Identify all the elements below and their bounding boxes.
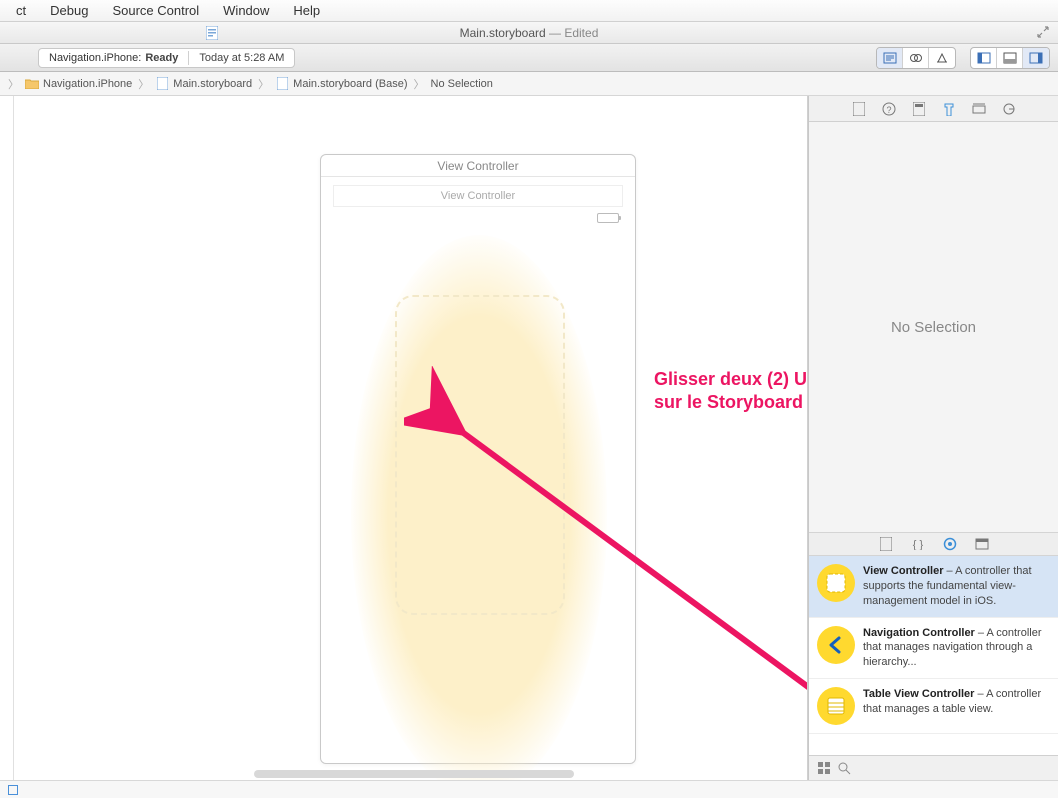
breadcrumb-item[interactable]: No Selection: [427, 78, 497, 90]
file-template-library-icon[interactable]: [879, 537, 893, 551]
object-library-icon[interactable]: [943, 537, 957, 551]
identity-inspector-icon[interactable]: [912, 102, 926, 116]
toolbar: Navigation.iPhone: Ready Today at 5:28 A…: [0, 44, 1058, 72]
horizontal-scrollbar[interactable]: [254, 770, 574, 778]
annotation-text: Glisser deux (2) UIViewController sur le…: [654, 368, 808, 415]
left-gutter: [0, 96, 14, 780]
standard-editor-button[interactable]: [877, 48, 903, 68]
library-item-navigation-controller[interactable]: Navigation Controller – A controller tha…: [809, 618, 1058, 680]
breadcrumb-item[interactable]: Navigation.iPhone: [21, 77, 136, 91]
chevron-right-icon: 〉: [412, 76, 427, 92]
breadcrumb: 〉 Navigation.iPhone 〉 Main.storyboard 〉 …: [0, 72, 1058, 96]
svg-text:?: ?: [886, 105, 891, 115]
window-title-bar: Main.storyboard — Edited: [0, 22, 1058, 44]
chevron-right-icon: 〉: [136, 76, 151, 92]
size-inspector-icon[interactable]: [972, 102, 986, 116]
battery-icon: [597, 213, 619, 223]
filter-icon[interactable]: [837, 761, 851, 775]
iphone-outline-icon: [395, 295, 565, 615]
toggle-debug-button[interactable]: [997, 48, 1023, 68]
storyboard-canvas[interactable]: View Controller View Controller Glisser …: [14, 96, 808, 780]
code-snippet-library-icon[interactable]: { }: [911, 537, 925, 551]
breadcrumb-item[interactable]: Main.storyboard: [151, 77, 256, 91]
menu-bar: ct Debug Source Control Window Help: [0, 0, 1058, 22]
document-outline-toggle-icon[interactable]: [8, 785, 18, 795]
chevron-right-icon: 〉: [256, 76, 271, 92]
inspector-tabs: ?: [809, 96, 1058, 122]
menu-item[interactable]: Debug: [38, 3, 100, 18]
svg-text:{ }: { }: [912, 539, 923, 550]
breadcrumb-item[interactable]: Main.storyboard (Base): [271, 77, 411, 91]
view-controller-scene[interactable]: View Controller View Controller: [320, 154, 636, 764]
project-name: Navigation.iPhone:: [49, 52, 141, 64]
scene-title: View Controller: [321, 155, 635, 177]
library-tabs: { }: [809, 532, 1058, 556]
library-item-text: View Controller – A controller that supp…: [863, 564, 1050, 609]
file-inspector-icon[interactable]: [852, 102, 866, 116]
divider: [188, 51, 189, 65]
storyboard-file-icon: [155, 77, 169, 91]
menu-item[interactable]: Window: [211, 3, 281, 18]
library-item-text: Table View Controller – A controller tha…: [863, 687, 1050, 725]
grid-view-icon[interactable]: [817, 761, 831, 775]
chevron-right-icon: 〉: [6, 76, 21, 92]
bottom-bar: [0, 780, 1058, 798]
menu-item[interactable]: Source Control: [100, 3, 211, 18]
assistant-editor-button[interactable]: [903, 48, 929, 68]
utilities-panel: ? No Selection { } View Controller – A c…: [808, 96, 1058, 780]
folder-icon: [25, 77, 39, 91]
status-text: Ready: [145, 52, 178, 64]
editor-mode-segment[interactable]: [876, 47, 956, 69]
inner-status-bar: View Controller: [333, 185, 623, 207]
menu-item[interactable]: ct: [4, 3, 38, 18]
quick-help-icon[interactable]: ?: [882, 102, 896, 116]
panel-toggle-segment[interactable]: [970, 47, 1050, 69]
library-footer: [809, 756, 1058, 780]
media-library-icon[interactable]: [975, 537, 989, 551]
toggle-utilities-button[interactable]: [1023, 48, 1049, 68]
window-title: Main.storyboard — Edited: [460, 26, 599, 40]
timestamp: Today at 5:28 AM: [199, 52, 284, 64]
connections-inspector-icon[interactable]: [1002, 102, 1016, 116]
storyboard-file-icon: [275, 77, 289, 91]
view-controller-icon: [817, 564, 855, 602]
expand-icon[interactable]: [1036, 25, 1050, 39]
library-item-table-view-controller[interactable]: Table View Controller – A controller tha…: [809, 679, 1058, 734]
object-library-list[interactable]: View Controller – A controller that supp…: [809, 556, 1058, 756]
inspector-empty-state: No Selection: [809, 122, 1058, 532]
menu-item[interactable]: Help: [281, 3, 332, 18]
attributes-inspector-icon[interactable]: [942, 102, 956, 116]
storyboard-file-icon: [205, 26, 219, 40]
library-item-view-controller[interactable]: View Controller – A controller that supp…: [809, 556, 1058, 618]
table-view-controller-icon: [817, 687, 855, 725]
toggle-navigator-button[interactable]: [971, 48, 997, 68]
status-pill: Navigation.iPhone: Ready Today at 5:28 A…: [38, 48, 295, 68]
navigation-controller-icon: [817, 626, 855, 664]
library-item-text: Navigation Controller – A controller tha…: [863, 626, 1050, 671]
version-editor-button[interactable]: [929, 48, 955, 68]
workspace: View Controller View Controller Glisser …: [0, 96, 1058, 780]
